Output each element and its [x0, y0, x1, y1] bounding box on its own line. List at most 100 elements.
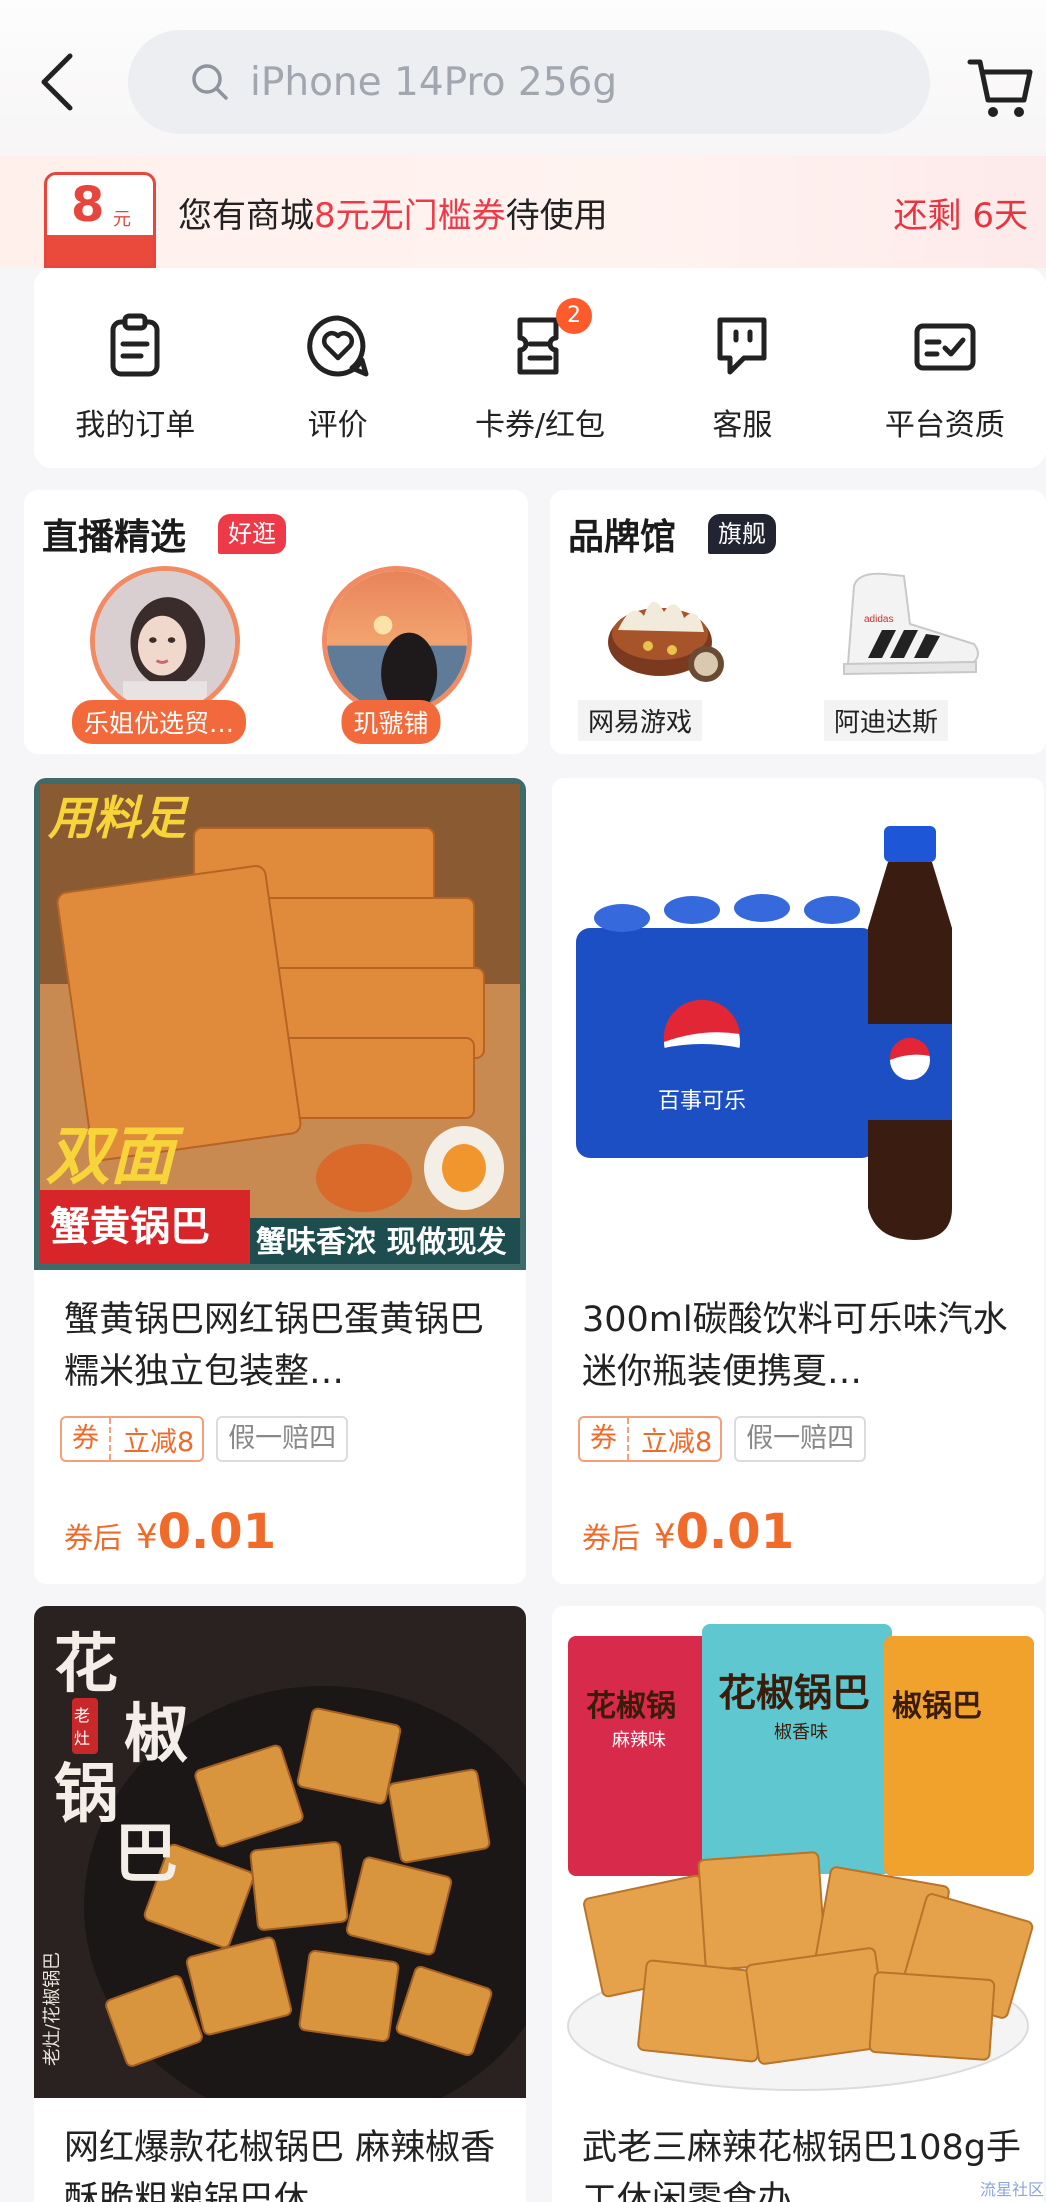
- watermark: 流星社区: [979, 2180, 1044, 2199]
- live-picks-title: 直播精选: [42, 517, 187, 558]
- product-image-caption: 巴: [114, 1817, 178, 1892]
- price-value: 0.01: [157, 1504, 277, 1560]
- product-card[interactable]: 花椒锅 花椒锅巴 椒锅巴 麻辣味 椒香味 武老三麻辣花椒锅巴108g手工休闲零食…: [552, 1606, 1044, 2202]
- search-input[interactable]: [250, 59, 870, 105]
- customer-service-icon: [717, 317, 767, 375]
- product-image: 花 椒 锅 巴 老 灶 老灶/花椒锅巴: [34, 1606, 526, 2098]
- reviews-label: 评价: [307, 408, 368, 443]
- streamer-item[interactable]: 玑虢铺: [296, 566, 486, 746]
- brand-image: adidas: [843, 572, 979, 676]
- product-card[interactable]: 用料足 双面 蟹黄锅巴 蟹味香浓 现做现发 蟹黄锅巴网红锅巴蛋黄锅巴糯米独立包装…: [34, 778, 526, 1584]
- coupons-count-badge: 2: [556, 298, 593, 334]
- quick-actions: 我的订单 评价 2 卡券/红包 客服 平台资质: [34, 268, 1046, 468]
- product-card[interactable]: 花 椒 锅 巴 老 灶 老灶/花椒锅巴 网红爆款花椒锅巴 麻辣椒香酥脆粗粮锅巴休…: [34, 1606, 526, 2202]
- coupon-tag-key: 券: [580, 1418, 629, 1460]
- streamer-avatar: [90, 566, 240, 716]
- product-image-caption: 椒香味: [774, 1722, 828, 1743]
- price-prefix: 券后: [582, 1521, 641, 1555]
- coupon-unit: 元: [113, 209, 131, 230]
- product-tags: 券 立减8 假一赔四: [578, 1416, 867, 1462]
- product-image-caption: 锅: [54, 1757, 118, 1832]
- product-image: 花椒锅 花椒锅巴 椒锅巴 麻辣味 椒香味: [552, 1606, 1044, 2098]
- coupon-text-highlight: 8元无门槛券: [314, 196, 506, 236]
- coupon-tag: 券 立减8: [578, 1416, 723, 1462]
- product-image-caption: 用料足: [47, 791, 190, 845]
- product-price: 券后 ¥0.01: [582, 1504, 794, 1560]
- brand-hall-title: 品牌馆: [568, 517, 677, 558]
- search-bar[interactable]: [128, 30, 930, 134]
- coupons-redpacket-label: 卡券/红包: [474, 408, 606, 443]
- product-image-caption: 蟹黄锅巴: [50, 1204, 210, 1250]
- product-image-caption: 花椒锅: [586, 1689, 676, 1724]
- brand-image: [608, 601, 724, 682]
- price-currency: ¥: [136, 1517, 158, 1557]
- coupons-redpacket-button[interactable]: 2 卡券/红包: [439, 268, 641, 468]
- coupon-message: 您有商城8元无门槛券待使用: [178, 188, 608, 237]
- coupon-tag-value: 立减8: [641, 1426, 713, 1458]
- product-image-caption: 蟹味香浓 现做现发: [256, 1225, 506, 1260]
- coupon-badge-base: [47, 235, 153, 265]
- coupon-tag: 券 立减8: [60, 1416, 205, 1462]
- product-title: 武老三麻辣花椒锅巴108g手工休闲零食办…: [582, 2128, 1022, 2202]
- top-bar: [0, 0, 1046, 158]
- review-heart-icon: [306, 315, 369, 377]
- product-tags: 券 立减8 假一赔四: [60, 1416, 349, 1462]
- coupon-amount: 8: [71, 177, 105, 233]
- coupon-remaining-days: 还剩 6天: [893, 196, 1028, 236]
- customer-service-label: 客服: [712, 408, 773, 443]
- product-image-caption: 百事可乐: [658, 1089, 746, 1114]
- streamer-item[interactable]: 乐姐优选贸…: [64, 566, 254, 746]
- product-image: 百事可乐: [552, 778, 1044, 1270]
- price-prefix: 券后: [64, 1521, 123, 1555]
- brand-item[interactable]: adidas 阿迪达斯: [814, 560, 994, 746]
- product-image-caption: 双面: [46, 1120, 185, 1194]
- back-button[interactable]: [30, 46, 90, 116]
- brand-item[interactable]: 网易游戏: [578, 560, 758, 746]
- product-image-caption: 花椒锅巴: [718, 1671, 870, 1715]
- product-image: 用料足 双面 蟹黄锅巴 蟹味香浓 现做现发: [34, 778, 526, 1270]
- coupon-badge: 8 元: [44, 172, 156, 268]
- platform-qualification-label: 平台资质: [884, 408, 1005, 443]
- product-image-caption: 麻辣味: [612, 1730, 666, 1751]
- my-orders-label: 我的订单: [75, 408, 196, 443]
- brand-name: 网易游戏: [578, 700, 703, 741]
- coupon-text-after: 待使用: [505, 196, 608, 236]
- product-image-caption: 老灶/花椒锅巴: [42, 1952, 63, 2066]
- guarantee-tag: 假一赔四: [734, 1416, 867, 1462]
- product-image-caption: 椒: [124, 1697, 188, 1772]
- reviews-button[interactable]: 评价: [236, 268, 438, 468]
- search-icon: [192, 64, 228, 100]
- streamer-name: 玑虢铺: [341, 700, 441, 744]
- customer-service-button[interactable]: 客服: [641, 268, 843, 468]
- svg-text:adidas: adidas: [864, 614, 893, 625]
- streamer-name: 乐姐优选贸…: [71, 700, 247, 744]
- streamer-avatar: [322, 566, 472, 716]
- order-icon: [110, 313, 160, 377]
- cart-button[interactable]: [966, 52, 1036, 124]
- product-price: 券后 ¥0.01: [64, 1504, 276, 1560]
- coupon-text-before: 您有商城: [178, 196, 314, 236]
- guarantee-tag: 假一赔四: [216, 1416, 349, 1462]
- my-orders-button[interactable]: 我的订单: [34, 268, 236, 468]
- live-picks-tag: 好逛: [218, 514, 286, 554]
- product-image-caption: 椒锅巴: [892, 1689, 982, 1724]
- product-image-caption: 灶: [74, 1729, 90, 1748]
- brand-hall-card[interactable]: 品牌馆 旗舰 网易游戏 adidas 阿迪达斯: [550, 490, 1046, 754]
- product-card[interactable]: 百事可乐 300ml碳酸饮料可乐味汽水迷你瓶装便携夏… 券 立减8 假一赔四 券…: [552, 778, 1044, 1584]
- price-currency: ¥: [654, 1517, 676, 1557]
- brand-hall-tag: 旗舰: [708, 514, 776, 554]
- product-image-caption: 老: [74, 1706, 90, 1725]
- price-value: 0.01: [675, 1504, 795, 1560]
- product-title: 300ml碳酸饮料可乐味汽水迷你瓶装便携夏…: [582, 1300, 1008, 1392]
- platform-qualification-button[interactable]: 平台资质: [844, 268, 1046, 468]
- coupon-tag-value: 立减8: [123, 1426, 195, 1458]
- cart-icon: [967, 59, 1033, 117]
- live-picks-card[interactable]: 直播精选 好逛 乐姐优选贸… 玑虢铺: [24, 490, 528, 754]
- certificate-icon: [914, 323, 976, 371]
- brand-name: 阿迪达斯: [824, 700, 949, 741]
- coupon-banner[interactable]: 8 元 您有商城8元无门槛券待使用 还剩 6天: [0, 156, 1046, 268]
- product-title: 蟹黄锅巴网红锅巴蛋黄锅巴糯米独立包装整…: [64, 1300, 485, 1392]
- chevron-left-icon: [41, 53, 73, 111]
- product-image-caption: 花: [54, 1627, 118, 1702]
- product-title: 网红爆款花椒锅巴 麻辣椒香酥脆粗粮锅巴休…: [64, 2128, 496, 2202]
